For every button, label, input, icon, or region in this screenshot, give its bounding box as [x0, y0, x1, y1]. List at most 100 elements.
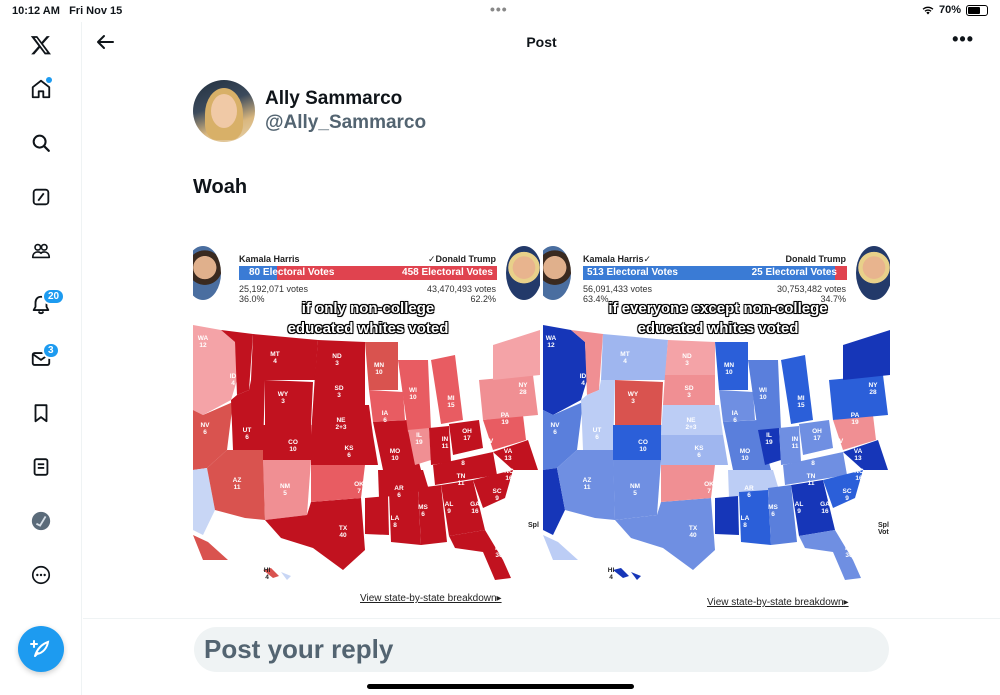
svg-text:10: 10 [375, 369, 383, 376]
grok-icon [32, 188, 50, 206]
svg-text:OK: OK [704, 481, 714, 488]
sidebar-item-communities[interactable] [24, 234, 58, 268]
svg-text:3: 3 [687, 392, 691, 399]
media-panel-right: Kamala Harris✓ Donald Trump 513 Electora… [543, 244, 890, 612]
svg-text:WY: WY [278, 391, 289, 398]
svg-text:6: 6 [553, 429, 557, 436]
svg-text:6: 6 [397, 492, 401, 499]
svg-text:AZ: AZ [583, 477, 592, 484]
svg-text:17: 17 [813, 435, 821, 442]
svg-text:10: 10 [289, 446, 297, 453]
feather-plus-icon [30, 640, 50, 657]
svg-text:5: 5 [633, 490, 637, 497]
sidebar-item-notifications[interactable]: 20 [24, 288, 66, 322]
author-display-name[interactable]: Ally Sammarco [265, 88, 402, 110]
svg-text:WA: WA [546, 335, 557, 342]
svg-text:6: 6 [245, 434, 249, 441]
svg-text:8: 8 [393, 522, 397, 529]
svg-text:NC: NC [504, 468, 514, 475]
svg-text:MT: MT [620, 351, 629, 358]
sidebar-item-profile[interactable] [24, 504, 58, 538]
author-avatar[interactable] [193, 80, 255, 142]
trump-photo [856, 246, 890, 300]
home-indicator[interactable] [367, 684, 634, 689]
svg-text:4: 4 [609, 574, 613, 580]
svg-text:10: 10 [391, 455, 399, 462]
svg-text:NE: NE [336, 417, 346, 424]
svg-text:8: 8 [743, 522, 747, 529]
svg-text:VA: VA [854, 448, 863, 455]
sidebar-item-grok[interactable] [24, 180, 58, 214]
svg-text:4: 4 [486, 445, 490, 452]
page-title: Post [526, 34, 557, 50]
svg-text:28: 28 [869, 389, 877, 396]
svg-text:NE: NE [686, 417, 696, 424]
svg-text:11: 11 [458, 480, 465, 487]
svg-text:PA: PA [501, 412, 510, 419]
more-options-button[interactable]: ••• [952, 30, 974, 48]
messages-badge: 3 [42, 342, 60, 359]
svg-text:SC: SC [492, 488, 501, 495]
communities-icon [31, 243, 51, 259]
svg-text:WY: WY [628, 391, 639, 398]
battery-percent: 70% [938, 4, 961, 16]
svg-text:NV: NV [200, 422, 210, 429]
trump-photo [506, 246, 540, 300]
svg-text:WA: WA [198, 335, 209, 342]
compose-post-button[interactable] [18, 626, 64, 672]
svg-text:SD: SD [334, 385, 343, 392]
sidebar-item-bookmarks[interactable] [24, 396, 58, 430]
svg-text:NM: NM [630, 483, 640, 490]
svg-text:SD: SD [684, 385, 693, 392]
media-panel-left: Kamala Harris ✓Donald Trump 80 Electoral… [193, 244, 540, 612]
post-header: Post ••• [83, 22, 1000, 62]
svg-text:WV: WV [483, 438, 494, 445]
svg-text:OK: OK [354, 481, 364, 488]
ev-bar: 513 Electoral Votes 25 Electoral Votes [583, 266, 847, 280]
svg-text:19: 19 [501, 419, 509, 426]
post-media-image[interactable]: Kamala Harris ✓Donald Trump 80 Electoral… [193, 244, 890, 612]
svg-text:6: 6 [733, 417, 737, 424]
svg-text:ID: ID [230, 373, 237, 380]
multitask-dots-icon[interactable]: ••• [490, 1, 508, 17]
sidebar-nav: 20 3 [0, 22, 82, 695]
x-logo-icon[interactable] [24, 28, 58, 62]
svg-text:AR: AR [394, 485, 404, 492]
reply-input[interactable]: Post your reply [194, 627, 889, 672]
svg-text:IA: IA [382, 410, 389, 417]
sidebar-item-home[interactable] [24, 72, 58, 106]
sidebar-item-lists[interactable] [24, 450, 58, 484]
svg-text:LA: LA [741, 515, 750, 522]
svg-text:6: 6 [347, 452, 351, 459]
svg-text:IL: IL [766, 432, 772, 439]
svg-text:2+3: 2+3 [685, 424, 696, 431]
author-handle[interactable]: @Ally_Sammarco [265, 112, 426, 134]
svg-text:19: 19 [851, 419, 859, 426]
sidebar-item-messages[interactable]: 3 [24, 342, 60, 376]
us-electoral-map-right: WA12 MT4 ND3 MN10 ID4 WY3 SD3 WI10 MI15 … [543, 325, 890, 580]
svg-text:FL: FL [845, 545, 853, 552]
sidebar-item-more[interactable] [24, 558, 58, 592]
svg-text:9: 9 [797, 508, 801, 515]
svg-text:6: 6 [595, 434, 599, 441]
svg-text:10: 10 [759, 394, 767, 401]
search-icon [32, 134, 50, 152]
svg-text:6: 6 [697, 452, 701, 459]
svg-text:AZ: AZ [233, 477, 242, 484]
post-text: Woah [193, 176, 248, 198]
svg-text:6: 6 [747, 492, 751, 499]
svg-text:AL: AL [445, 501, 454, 508]
svg-text:6: 6 [421, 511, 425, 518]
svg-text:ND: ND [332, 353, 342, 360]
svg-text:NY: NY [518, 382, 528, 389]
svg-text:AR: AR [744, 485, 754, 492]
svg-text:10: 10 [639, 446, 647, 453]
svg-text:SC: SC [842, 488, 851, 495]
svg-text:3: 3 [685, 360, 689, 367]
status-bar: 10:12 AM Fri Nov 15 ••• 70% [0, 0, 1000, 22]
svg-text:17: 17 [463, 435, 471, 442]
sidebar-item-explore[interactable] [24, 126, 58, 160]
svg-text:KY: KY [808, 453, 818, 460]
harris-photo [193, 246, 221, 300]
svg-text:MI: MI [447, 395, 454, 402]
